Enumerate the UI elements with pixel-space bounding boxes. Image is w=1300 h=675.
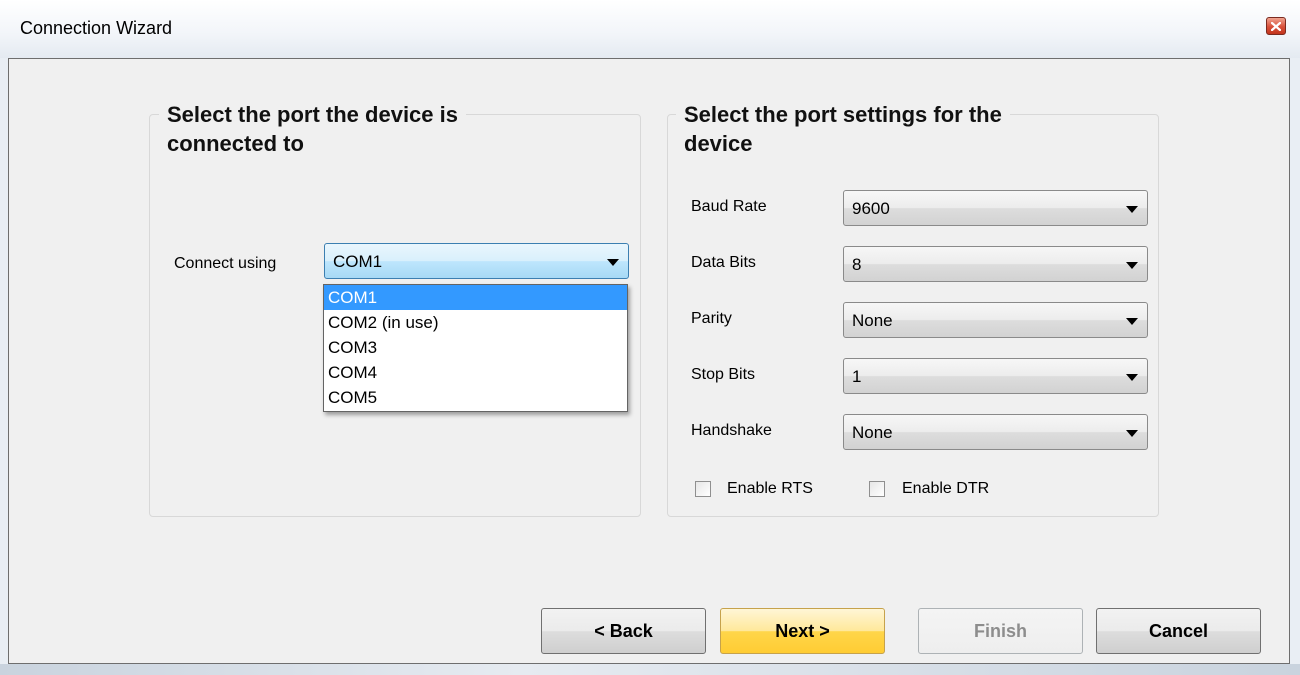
- chevron-down-icon: [607, 259, 619, 266]
- chevron-down-icon: [1126, 318, 1138, 325]
- settings-group-title-line2: device: [684, 131, 753, 156]
- enable-dtr-label[interactable]: Enable DTR: [902, 479, 989, 499]
- port-dropdown-list: COM1 COM2 (in use) COM3 COM4 COM5: [323, 284, 628, 412]
- port-option-com4[interactable]: COM4: [324, 360, 627, 385]
- handshake-select[interactable]: None: [843, 414, 1148, 450]
- baud-rate-label: Baud Rate: [691, 198, 767, 215]
- parity-label: Parity: [691, 310, 732, 327]
- connect-using-label: Connect using: [174, 255, 277, 272]
- wizard-content: Select the port the device is connected …: [8, 58, 1290, 664]
- port-select[interactable]: COM1: [324, 243, 629, 279]
- window-title: Connection Wizard: [20, 18, 173, 38]
- port-option-com5[interactable]: COM5: [324, 385, 627, 410]
- handshake-label: Handshake: [691, 422, 772, 439]
- parity-value: None: [852, 311, 893, 330]
- data-bits-value: 8: [852, 255, 862, 274]
- chevron-down-icon: [1126, 262, 1138, 269]
- next-button[interactable]: Next >: [720, 608, 885, 654]
- data-bits-label: Data Bits: [691, 254, 756, 271]
- port-group-title: Select the port the device is connected …: [159, 100, 466, 158]
- chevron-down-icon: [1126, 206, 1138, 213]
- enable-rts-label[interactable]: Enable RTS: [727, 479, 813, 499]
- port-group-title-line1: Select the port the device is: [167, 102, 458, 127]
- stop-bits-value: 1: [852, 367, 862, 386]
- port-select-value: COM1: [333, 252, 383, 271]
- chevron-down-icon: [1126, 374, 1138, 381]
- window-bottom-edge: [0, 664, 1300, 675]
- stop-bits-label: Stop Bits: [691, 366, 756, 383]
- port-option-com3[interactable]: COM3: [324, 335, 627, 360]
- port-option-com2[interactable]: COM2 (in use): [324, 310, 627, 335]
- finish-button: Finish: [918, 608, 1083, 654]
- parity-select[interactable]: None: [843, 302, 1148, 338]
- chevron-down-icon: [1126, 430, 1138, 437]
- enable-dtr-checkbox[interactable]: [869, 481, 885, 497]
- port-group-title-line2: connected to: [167, 131, 304, 156]
- cancel-button[interactable]: Cancel: [1096, 608, 1261, 654]
- stop-bits-select[interactable]: 1: [843, 358, 1148, 394]
- settings-group-title: Select the port settings for the device: [676, 100, 1010, 158]
- handshake-value: None: [852, 423, 893, 442]
- connection-wizard-window: Connection Wizard Select the port the de…: [0, 0, 1300, 675]
- data-bits-select[interactable]: 8: [843, 246, 1148, 282]
- close-button[interactable]: [1266, 17, 1286, 35]
- settings-group-title-line1: Select the port settings for the: [684, 102, 1002, 127]
- baud-rate-select[interactable]: 9600: [843, 190, 1148, 226]
- baud-rate-value: 9600: [852, 199, 890, 218]
- title-bar[interactable]: Connection Wizard: [0, 0, 1300, 58]
- enable-rts-checkbox[interactable]: [695, 481, 711, 497]
- back-button[interactable]: < Back: [541, 608, 706, 654]
- close-icon: [1271, 21, 1281, 31]
- port-option-com1[interactable]: COM1: [324, 285, 627, 310]
